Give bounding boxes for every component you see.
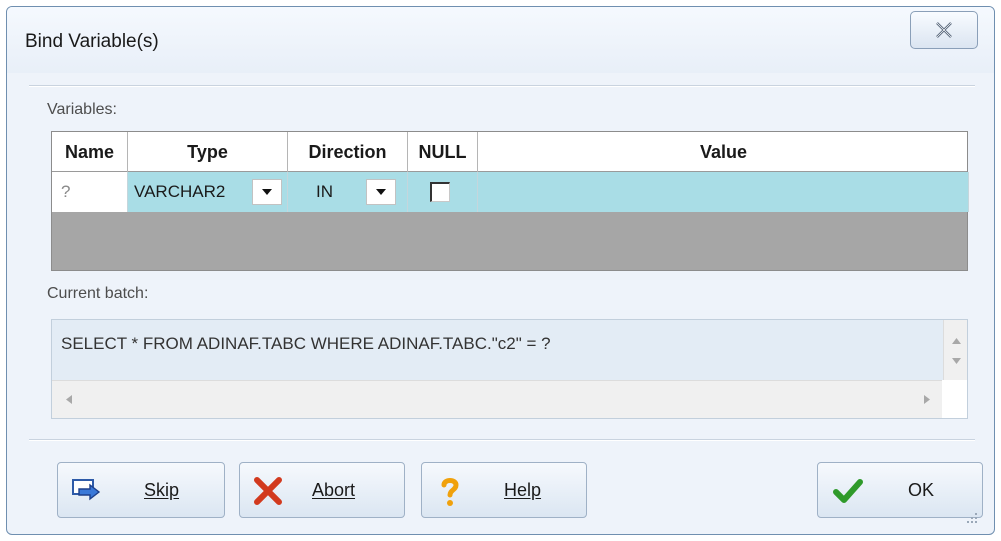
current-batch-editor[interactable]: SELECT * FROM ADINAF.TABC WHERE ADINAF.T… [51, 319, 968, 419]
skip-button[interactable]: Skip [57, 462, 225, 518]
scroll-down-icon[interactable] [952, 358, 961, 364]
abort-button[interactable]: Abort [239, 462, 405, 518]
direction-cell[interactable]: IN [288, 172, 408, 212]
column-header-direction[interactable]: Direction [288, 132, 408, 172]
close-button[interactable] [910, 11, 978, 49]
type-value: VARCHAR2 [134, 182, 226, 201]
column-header-name[interactable]: Name [52, 132, 128, 172]
chevron-down-icon [262, 189, 272, 195]
scroll-left-icon[interactable] [66, 395, 72, 404]
red-x-icon [254, 477, 282, 505]
name-cell: ? [52, 172, 128, 212]
column-header-type[interactable]: Type [128, 132, 288, 172]
abort-label: Abort [312, 480, 356, 500]
top-separator [29, 85, 975, 87]
help-button[interactable]: Help [421, 462, 587, 518]
bind-variables-dialog: Bind Variable(s) Variables: Name Type Di… [6, 6, 995, 535]
current-batch-label: Current batch: [47, 285, 149, 302]
direction-dropdown-button[interactable] [366, 179, 396, 205]
grid-header: Name Type Direction NULL Value [52, 132, 967, 172]
question-mark-icon [441, 478, 459, 506]
null-cell [408, 172, 478, 212]
column-header-null[interactable]: NULL [408, 132, 478, 172]
ok-label: OK [908, 480, 935, 500]
table-row[interactable]: ? VARCHAR2 IN [52, 172, 969, 212]
scroll-up-icon[interactable] [952, 338, 961, 344]
scrollbar-corner [942, 380, 967, 418]
variables-label: Variables: [47, 101, 117, 118]
null-checkbox[interactable] [430, 182, 450, 202]
column-header-value[interactable]: Value [478, 132, 969, 172]
resize-grip-icon[interactable] [966, 512, 978, 524]
direction-value: IN [316, 182, 333, 201]
vertical-scrollbar[interactable] [943, 320, 967, 382]
bottom-separator [29, 439, 975, 441]
sql-text: SELECT * FROM ADINAF.TABC WHERE ADINAF.T… [61, 334, 551, 353]
type-cell[interactable]: VARCHAR2 [128, 172, 288, 212]
dialog-title: Bind Variable(s) [25, 31, 159, 52]
help-label: Help [504, 480, 542, 500]
chevron-down-icon [376, 189, 386, 195]
ok-button[interactable]: OK [817, 462, 983, 518]
horizontal-scrollbar[interactable] [52, 380, 944, 418]
green-checkmark-icon [833, 479, 863, 503]
title-bar: Bind Variable(s) [7, 7, 994, 73]
skip-arrow-icon [72, 479, 101, 501]
scroll-right-icon[interactable] [924, 395, 930, 404]
skip-label: Skip [144, 480, 180, 500]
value-cell[interactable] [478, 172, 969, 212]
type-dropdown-button[interactable] [252, 179, 282, 205]
variables-grid[interactable]: Name Type Direction NULL Value ? VARCHAR… [51, 131, 969, 271]
dialog-content: Variables: Name Type Direction NULL Valu… [21, 73, 983, 528]
close-icon [936, 22, 952, 38]
